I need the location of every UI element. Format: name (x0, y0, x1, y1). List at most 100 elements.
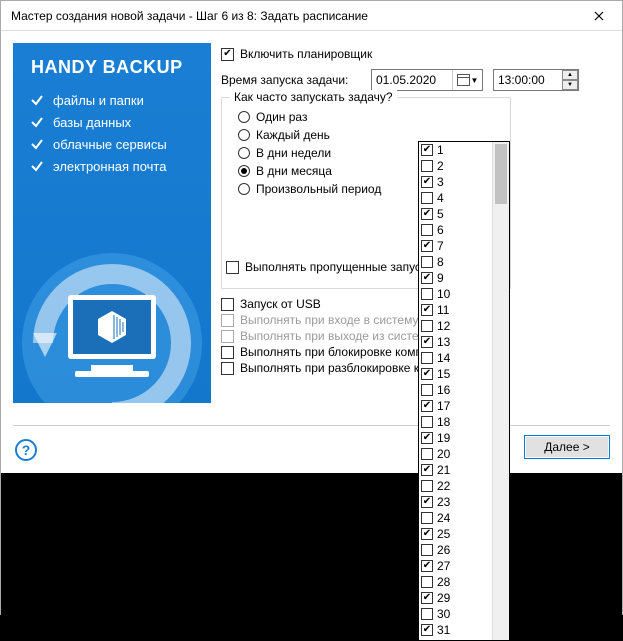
login-label: Выполнять при входе в систему (240, 313, 418, 327)
day-number: 29 (437, 591, 450, 605)
frequency-legend: Как часто запускать задачу? (230, 90, 397, 104)
day-number: 1 (437, 143, 444, 157)
day-checkbox[interactable] (421, 528, 433, 540)
check-icon (29, 136, 45, 152)
day-number: 14 (437, 351, 450, 365)
start-time-label: Время запуска задачи: (221, 73, 361, 87)
sidebar-feature-item: электронная почта (29, 158, 211, 174)
day-number: 6 (437, 223, 444, 237)
day-checkbox[interactable] (421, 480, 433, 492)
day-number: 2 (437, 159, 444, 173)
day-number: 5 (437, 207, 444, 221)
day-number: 18 (437, 415, 450, 429)
day-checkbox[interactable] (421, 176, 433, 188)
day-number: 16 (437, 383, 450, 397)
sidebar-item-label: файлы и папки (53, 93, 144, 108)
freq-option[interactable]: Один раз (238, 110, 500, 124)
day-number: 28 (437, 575, 450, 589)
day-checkbox[interactable] (421, 304, 433, 316)
sidebar-feature-item: файлы и папки (29, 92, 211, 108)
day-checkbox[interactable] (421, 144, 433, 156)
day-checkbox[interactable] (421, 496, 433, 508)
radio-icon[interactable] (238, 111, 250, 123)
day-checkbox[interactable] (421, 400, 433, 412)
day-checkbox[interactable] (421, 608, 433, 620)
radio-icon[interactable] (238, 165, 250, 177)
lock-checkbox[interactable] (221, 346, 234, 359)
freq-option[interactable]: Каждый день (238, 128, 500, 142)
run-missed-checkbox[interactable] (226, 261, 239, 274)
day-checkbox[interactable] (421, 288, 433, 300)
close-button[interactable] (576, 1, 622, 31)
day-number: 30 (437, 607, 450, 621)
radio-icon[interactable] (238, 129, 250, 141)
day-checkbox[interactable] (421, 560, 433, 572)
logout-label: Выполнять при выходе из системы (240, 329, 435, 343)
day-number: 21 (437, 463, 450, 477)
scrollbar-thumb[interactable] (495, 144, 507, 204)
next-button[interactable]: Далее > (524, 435, 610, 459)
footer: ? Далее > (13, 425, 610, 467)
day-number: 27 (437, 559, 450, 573)
day-number: 4 (437, 191, 444, 205)
day-checkbox[interactable] (421, 464, 433, 476)
sidebar-item-label: базы данных (53, 115, 131, 130)
unlock-checkbox[interactable] (221, 362, 234, 375)
check-icon (29, 114, 45, 130)
day-checkbox[interactable] (421, 512, 433, 524)
day-checkbox[interactable] (421, 368, 433, 380)
time-input[interactable]: 13:00:00 ▲▼ (493, 69, 579, 91)
usb-checkbox[interactable] (221, 298, 234, 311)
day-checkbox[interactable] (421, 576, 433, 588)
lock-label: Выполнять при блокировке компьют (240, 345, 442, 359)
day-number: 17 (437, 399, 450, 413)
day-checkbox[interactable] (421, 384, 433, 396)
wizard-window: Мастер создания новой задачи - Шаг 6 из … (0, 0, 623, 615)
day-checkbox[interactable] (421, 448, 433, 460)
day-number: 13 (437, 335, 450, 349)
check-icon (29, 158, 45, 174)
day-number: 19 (437, 431, 450, 445)
usb-label: Запуск от USB (240, 297, 321, 311)
freq-option-label: Произвольный период (256, 182, 381, 196)
day-checkbox[interactable] (421, 416, 433, 428)
freq-option-label: В дни недели (256, 146, 331, 160)
radio-icon[interactable] (238, 147, 250, 159)
day-checkbox[interactable] (421, 272, 433, 284)
enable-scheduler-checkbox[interactable] (221, 48, 234, 61)
day-checkbox[interactable] (421, 256, 433, 268)
day-number: 31 (437, 623, 450, 637)
days-scrollbar[interactable] (492, 142, 509, 640)
day-checkbox[interactable] (421, 336, 433, 348)
outside-area (1, 473, 622, 616)
day-checkbox[interactable] (421, 208, 433, 220)
day-checkbox[interactable] (421, 544, 433, 556)
day-number: 25 (437, 527, 450, 541)
radio-icon[interactable] (238, 183, 250, 195)
brand-title: HANDY BACKUP (31, 57, 211, 78)
day-number: 10 (437, 287, 450, 301)
run-missed-label: Выполнять пропущенные запуски (245, 260, 433, 274)
day-checkbox[interactable] (421, 624, 433, 636)
day-checkbox[interactable] (421, 224, 433, 236)
day-checkbox[interactable] (421, 240, 433, 252)
freq-option-label: В дни месяца (256, 164, 332, 178)
day-checkbox[interactable] (421, 160, 433, 172)
sidebar-banner: HANDY BACKUP файлы и папкибазы данныхобл… (13, 43, 211, 403)
day-number: 11 (437, 303, 449, 317)
sidebar-feature-item: базы данных (29, 114, 211, 130)
day-checkbox[interactable] (421, 432, 433, 444)
help-icon[interactable]: ? (15, 439, 37, 461)
day-checkbox[interactable] (421, 192, 433, 204)
enable-scheduler-label: Включить планировщик (240, 47, 372, 61)
check-icon (29, 92, 45, 108)
day-checkbox[interactable] (421, 320, 433, 332)
day-checkbox[interactable] (421, 592, 433, 604)
date-input[interactable]: 01.05.2020 ▼ (371, 69, 483, 91)
date-value: 01.05.2020 (372, 73, 452, 87)
day-number: 7 (437, 239, 444, 253)
day-checkbox[interactable] (421, 352, 433, 364)
freq-option-label: Один раз (256, 110, 307, 124)
time-spinner[interactable]: ▲▼ (562, 70, 578, 90)
calendar-dropdown-icon[interactable]: ▼ (452, 70, 482, 90)
